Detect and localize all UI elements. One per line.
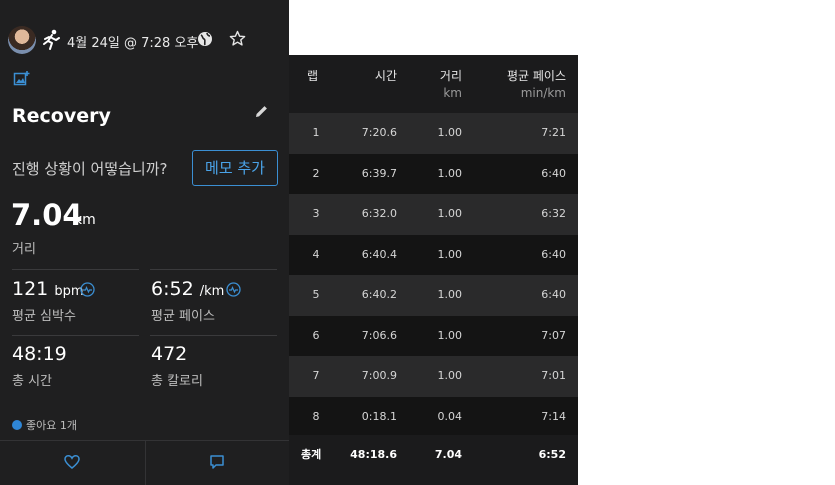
- distance-unit: km: [74, 212, 96, 228]
- table-row: 4 6:40.4 1.00 6:40: [289, 234, 578, 275]
- lap-distance: 1.00: [437, 207, 463, 220]
- like-badge-icon: [12, 420, 22, 430]
- lap-distance: 1.00: [437, 247, 463, 261]
- add-photo-icon[interactable]: [13, 70, 30, 86]
- lap-header: 랩: [307, 69, 319, 83]
- lap-pace: 6:40: [541, 247, 566, 261]
- divider: [12, 335, 139, 336]
- lap-pace: 6:32: [541, 207, 566, 220]
- divider: [150, 269, 277, 270]
- table-row: 8 0:18.1 0.04 7:14: [289, 396, 578, 437]
- lap-time: 7:20.6: [361, 126, 397, 139]
- avg-pace-stat: 6:52 /km: [151, 278, 224, 300]
- avg-hr-value: 121: [12, 278, 49, 300]
- divider: [12, 269, 139, 270]
- footer-divider: [145, 441, 146, 485]
- likes-text: 좋아요 1개: [26, 419, 77, 432]
- lap-distance: 1.00: [437, 328, 463, 342]
- pace-header: 평균 페이스: [506, 69, 566, 83]
- total-time-value: 48:19: [12, 343, 67, 365]
- lap-pace: 7:07: [541, 328, 566, 342]
- lap-time: 6:40.4: [361, 247, 397, 261]
- lap-number: 6: [312, 328, 320, 342]
- distance-label: 거리: [12, 242, 36, 257]
- total-row: 총계 48:18.6 7.04 6:52: [289, 435, 578, 475]
- lap-number: 7: [312, 369, 320, 382]
- lap-distance: 0.04: [437, 409, 463, 423]
- avatar[interactable]: [8, 26, 36, 54]
- table-row: 2 6:39.7 1.00 6:40: [289, 153, 578, 194]
- running-icon: [43, 29, 60, 50]
- lap-number: 3: [312, 207, 320, 220]
- table-row: 3 6:32.0 1.00 6:32: [289, 194, 578, 235]
- activity-card: 4월 24일 @ 7:28 오후 Recovery 진행 상황이 어떻습니까? …: [0, 0, 289, 485]
- avg-hr-label: 평균 심박수: [12, 309, 76, 324]
- activity-header: 4월 24일 @ 7:28 오후: [0, 22, 289, 58]
- activity-date: 4월 24일 @ 7:28 오후: [67, 36, 199, 51]
- total-label: 총계: [301, 448, 322, 461]
- table-row: 1 7:20.6 1.00 7:21: [289, 113, 578, 154]
- lap-pace: 6:40: [541, 288, 566, 301]
- calories-label: 총 칼로리: [151, 374, 203, 389]
- total-time-label: 총 시간: [12, 374, 53, 389]
- lap-time: 7:06.6: [361, 328, 397, 342]
- avg-pace-value: 6:52: [151, 278, 194, 300]
- pace-info-icon[interactable]: [226, 282, 241, 297]
- total-pace: 6:52: [538, 448, 566, 461]
- lap-pace: 7:14: [541, 409, 566, 423]
- comment-icon[interactable]: [209, 454, 225, 470]
- lap-distance: 1.00: [437, 288, 463, 301]
- lap-pace: 6:40: [541, 166, 566, 180]
- lap-time: 6:40.2: [361, 288, 397, 301]
- distance-unit-header: km: [443, 86, 462, 100]
- lap-number: 5: [312, 288, 320, 301]
- progress-question: 진행 상황이 어떻습니까?: [12, 160, 168, 178]
- lap-number: 4: [312, 247, 320, 261]
- lap-distance: 1.00: [437, 126, 463, 139]
- add-memo-button[interactable]: 메모 추가: [192, 150, 278, 186]
- lap-time: 0:18.1: [361, 409, 397, 423]
- total-distance: 7.04: [434, 448, 462, 461]
- laps-table: 랩 시간 거리 km 평균 페이스 min/km 1 7:20.6 1.00 7:21…: [289, 55, 578, 485]
- lap-number: 8: [312, 409, 320, 423]
- lap-distance: 1.00: [437, 166, 463, 180]
- star-icon[interactable]: [229, 30, 246, 47]
- calories-value: 472: [151, 343, 188, 365]
- total-time: 48:18.6: [350, 448, 397, 461]
- table-row: 5 6:40.2 1.00 6:40: [289, 275, 578, 316]
- lap-distance: 1.00: [437, 369, 463, 382]
- avg-pace-label: 평균 페이스: [151, 309, 215, 324]
- lap-pace: 7:01: [541, 369, 566, 382]
- activity-title: Recovery: [12, 105, 111, 127]
- avg-hr-stat: 121 bpm: [12, 278, 83, 300]
- distance-value: 7.04: [11, 198, 83, 232]
- likes-count[interactable]: 좋아요 1개: [12, 417, 77, 433]
- table-row: 7 7:00.9 1.00 7:01: [289, 356, 578, 397]
- pencil-icon[interactable]: [254, 104, 269, 119]
- globe-icon[interactable]: [197, 31, 213, 47]
- divider: [150, 335, 277, 336]
- lap-number: 2: [312, 166, 320, 180]
- table-row: 6 7:06.6 1.00 7:07: [289, 315, 578, 356]
- pace-unit-header: min/km: [520, 86, 566, 100]
- card-footer: [0, 440, 289, 485]
- distance-header: 거리: [439, 69, 462, 83]
- heart-icon[interactable]: [64, 454, 80, 470]
- lap-time: 6:32.0: [361, 207, 397, 220]
- lap-time: 6:39.7: [361, 166, 397, 180]
- heart-rate-icon[interactable]: [80, 282, 95, 297]
- avg-pace-unit: /km: [199, 284, 225, 299]
- lap-time: 7:00.9: [361, 369, 397, 382]
- lap-number: 1: [312, 126, 320, 139]
- time-header: 시간: [374, 69, 397, 83]
- lap-pace: 7:21: [541, 126, 566, 139]
